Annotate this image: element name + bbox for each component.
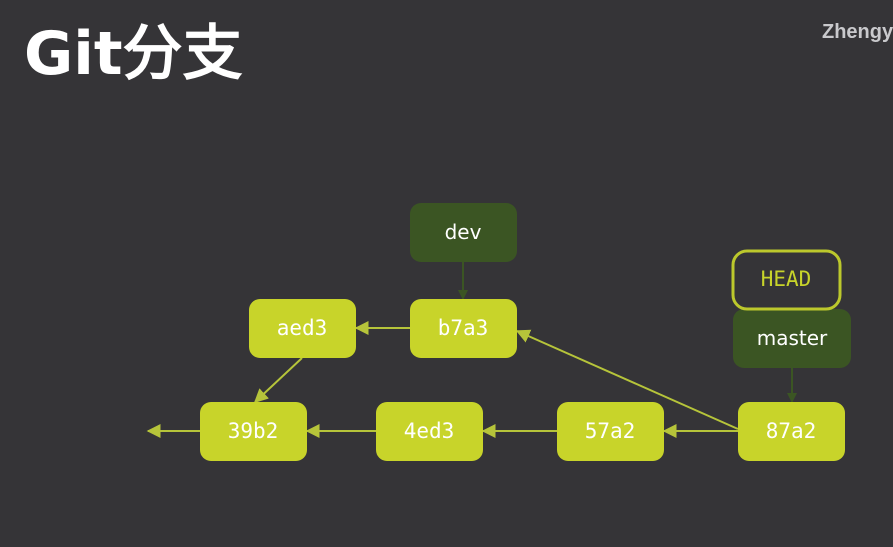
- link-aed3-to-39b2: [253, 357, 303, 403]
- commit-4ed3: 4ed3: [376, 402, 483, 461]
- commit-aed3-label: aed3: [277, 316, 328, 340]
- slide: Git分支 Zhengy 87a2 57a2 4ed3 39b2 b7a3 ae…: [0, 0, 893, 547]
- commit-57a2-label: 57a2: [585, 419, 636, 443]
- commit-39b2-label: 39b2: [228, 419, 279, 443]
- git-branch-diagram: 87a2 57a2 4ed3 39b2 b7a3 aed3 dev master…: [146, 203, 851, 461]
- branch-dev-label: dev: [445, 220, 482, 244]
- commit-b7a3-label: b7a3: [438, 316, 489, 340]
- branch-dev: dev: [410, 203, 517, 262]
- commit-39b2: 39b2: [200, 402, 307, 461]
- commit-b7a3: b7a3: [410, 299, 517, 358]
- commit-57a2: 57a2: [557, 402, 664, 461]
- head-pointer: HEAD: [731, 249, 842, 311]
- branch-master-label: master: [757, 326, 828, 350]
- commit-87a2-label: 87a2: [766, 419, 817, 443]
- commit-4ed3-label: 4ed3: [404, 419, 455, 443]
- branch-master: master: [733, 309, 851, 368]
- commit-aed3: aed3: [249, 299, 356, 358]
- head-label: HEAD: [761, 267, 812, 291]
- commit-87a2: 87a2: [738, 402, 845, 461]
